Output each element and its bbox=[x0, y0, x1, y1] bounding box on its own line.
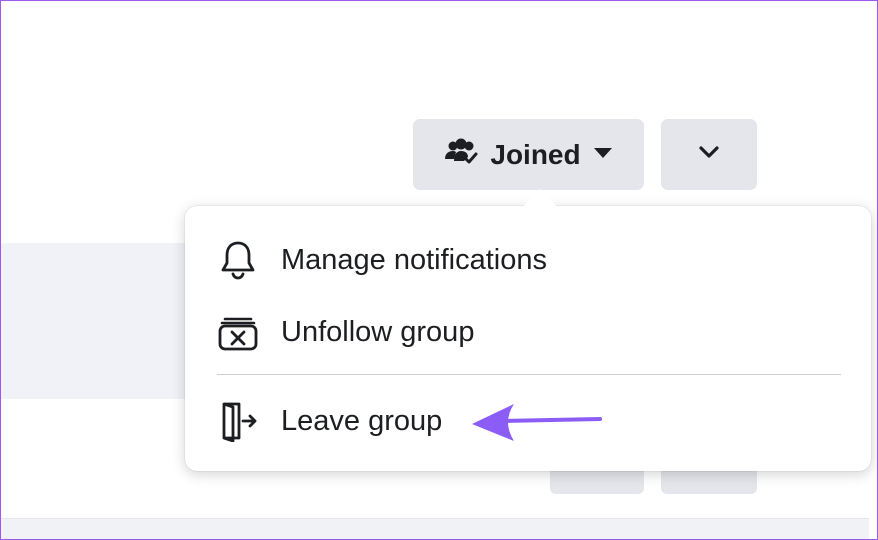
joined-button-label: Joined bbox=[490, 138, 581, 170]
leave-door-icon bbox=[217, 400, 259, 442]
menu-divider bbox=[217, 374, 841, 375]
menu-item-unfollow-group[interactable]: Unfollow group bbox=[185, 298, 871, 366]
menu-item-label: Unfollow group bbox=[281, 315, 475, 348]
annotation-arrow bbox=[472, 404, 602, 441]
group-members-icon bbox=[444, 137, 478, 172]
caret-down-icon bbox=[593, 146, 613, 164]
page-bottom-strip bbox=[1, 518, 869, 540]
menu-caret bbox=[522, 189, 558, 208]
unfollow-icon bbox=[217, 311, 259, 353]
menu-item-label: Leave group bbox=[281, 404, 443, 437]
bell-icon bbox=[217, 239, 259, 281]
joined-button[interactable]: Joined bbox=[413, 119, 644, 190]
menu-item-label: Manage notifications bbox=[281, 243, 547, 276]
menu-item-manage-notifications[interactable]: Manage notifications bbox=[185, 226, 871, 294]
more-options-button[interactable] bbox=[661, 119, 757, 190]
chevron-down-icon bbox=[698, 145, 720, 164]
